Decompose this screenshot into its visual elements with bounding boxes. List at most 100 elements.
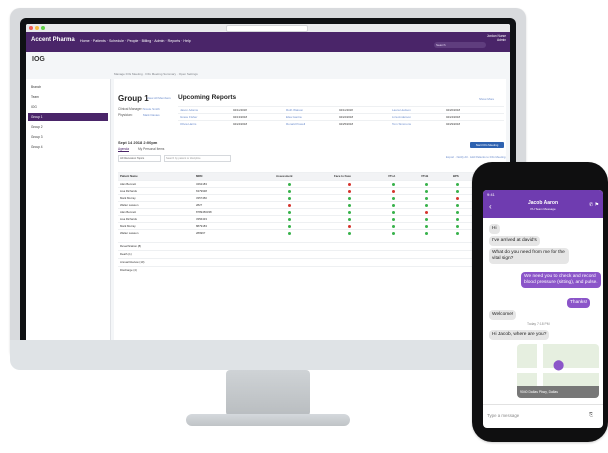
upcoming-name[interactable]: Ronald Powell [286,121,305,128]
map-caption: 9040 Dallas Pkwy, Dallas [517,386,599,398]
upcoming-name[interactable]: Olivia Harris [180,121,196,128]
chat-actions-icon[interactable]: ✆ ⚑ [589,202,599,208]
tab-manage-meeting[interactable]: Manage IOG Meeting [114,72,143,76]
close-window-icon[interactable] [29,26,33,30]
maximize-window-icon[interactable] [41,26,45,30]
status-icon [392,204,395,207]
status-icon [348,225,351,228]
start-meeting-button[interactable]: Start IOG Meeting [470,142,504,148]
status-icon [425,183,428,186]
nav-help[interactable]: Help [183,39,190,43]
section-discharge[interactable]: Discharge (4) [118,266,506,274]
sidebar-item-team[interactable]: Team [28,93,108,101]
upcoming-title: Upcoming Reports [178,94,237,101]
status-icon [425,218,428,221]
status-icon [288,232,291,235]
status-icon [348,218,351,221]
header-patient-name: Patient Name [120,174,138,178]
status-icon [456,211,459,214]
status-icon [392,232,395,235]
map-card[interactable]: ⬤ 9040 Dallas Pkwy, Dallas [517,344,599,398]
status-icon [392,190,395,193]
status-icon [392,197,395,200]
sidebar-item-group-1[interactable]: Group 1 [28,113,108,121]
status-icon [425,197,428,200]
physician-label: Physician: [118,113,133,117]
nav-patients[interactable]: Patients [93,39,106,43]
tab-meeting-summary[interactable]: IOG Meeting Summary [145,72,176,76]
status-icon [425,204,428,207]
header-vti-b: VTI-B [421,174,429,178]
sidebar: Branch Team IOG Group 1 Group 2 Group 3 … [26,79,111,344]
section-label: Annual Review (10) [120,260,145,264]
chat-contact-name: Jacob Aaron [527,200,559,206]
topic-filter-select[interactable]: All Discussion Topics [118,155,161,162]
header-assessment: Assessment [276,174,293,178]
status-icon [456,204,459,207]
attach-icon[interactable]: ⎘ [589,412,593,418]
clinical-manager-link[interactable]: Nicole Smith [143,107,160,111]
minimize-window-icon[interactable] [35,26,39,30]
message-bubble: We need you to check and record blood pr… [521,272,601,288]
back-icon[interactable]: ‹ [489,202,492,211]
message-input[interactable]: Type a message [487,413,519,418]
status-icon [392,225,395,228]
nav-admin[interactable]: Admin [154,39,164,43]
app-navbar: Accent Pharma Home · Patients · Schedule… [26,32,510,52]
show-more-link[interactable]: Show More [479,97,494,101]
section-reverification[interactable]: Reverification (8) [118,242,506,250]
section-annual-review[interactable]: Annual Review (10) [118,258,506,266]
monitor-neck [226,370,310,416]
nav-billing[interactable]: Billing [142,39,152,43]
add-patients-link[interactable]: Add Patients to IOG Meeting [470,155,506,159]
notify-all-link[interactable]: Notify All [457,155,468,159]
tab-agenda[interactable]: Agenda [118,147,129,152]
export-link[interactable]: Export [446,155,454,159]
nav-reports[interactable]: Reports [168,39,181,43]
upcoming-row-3: Olivia Harris 04/24/2018 Ronald Powell 0… [178,120,504,128]
status-icon [456,232,459,235]
status-icon [392,211,395,214]
status-icon [288,225,291,228]
status-icon [348,204,351,207]
view-all-members-link[interactable]: View All Members [147,96,171,100]
global-search-input[interactable]: Search [434,42,486,48]
nav-home[interactable]: Home [80,39,90,43]
physician-link[interactable]: Mark Davies [143,113,160,117]
sidebar-item-group-4[interactable]: Group 4 [28,143,108,151]
status-icon [348,232,351,235]
patient-name[interactable]: Walter Lawson [120,230,138,237]
message-bubble: I've arrived at david's [489,236,540,246]
status-icon [392,218,395,221]
message-bubble: Thanks! [567,298,591,308]
upcoming-date: 04/24/2018 [233,122,247,126]
status-icon [288,204,291,207]
sidebar-item-iog[interactable]: IOG [28,103,108,111]
user-role: Admin [496,38,506,42]
status-icon [348,197,351,200]
sidebar-item-group-2[interactable]: Group 2 [28,123,108,131]
sidebar-item-group-3[interactable]: Group 3 [28,133,108,141]
status-icon [288,183,291,186]
table-row[interactable]: Walter Lawson 289967 [118,229,506,237]
meeting-search-input[interactable]: Search by patient or discipline [164,155,231,162]
tab-personal-items[interactable]: My Personal Items [138,147,164,151]
status-icon [425,232,428,235]
status-icon [348,211,351,214]
message-composer: Type a message ⎘ [483,404,603,428]
upcoming-name[interactable]: Tom Simmons [392,121,411,128]
tab-settings[interactable]: Open Settings [179,72,198,76]
sidebar-item-branch[interactable]: Branch [28,83,108,91]
phone-screen: 9:41 ‹ Jacob Aaron PH Team Message ✆ ⚑ H… [483,190,603,428]
table-header: Patient Name MRN Assessment Face to Face… [118,172,506,180]
meeting-links: Export · Notify All · Add Patients to IO… [446,155,506,159]
nav-schedule[interactable]: Schedule [109,39,124,43]
section-label: Death (1) [120,252,132,256]
browser-address-field[interactable] [226,25,308,32]
message-bubble: Hi Jacob, where are you? [489,330,550,340]
status-icon [456,197,459,200]
message-bubble: What do you need from me for the vital s… [489,248,569,264]
nav-people[interactable]: People [127,39,138,43]
header-face-to-face: Face to Face [334,174,351,178]
section-death[interactable]: Death (1) [118,250,506,258]
